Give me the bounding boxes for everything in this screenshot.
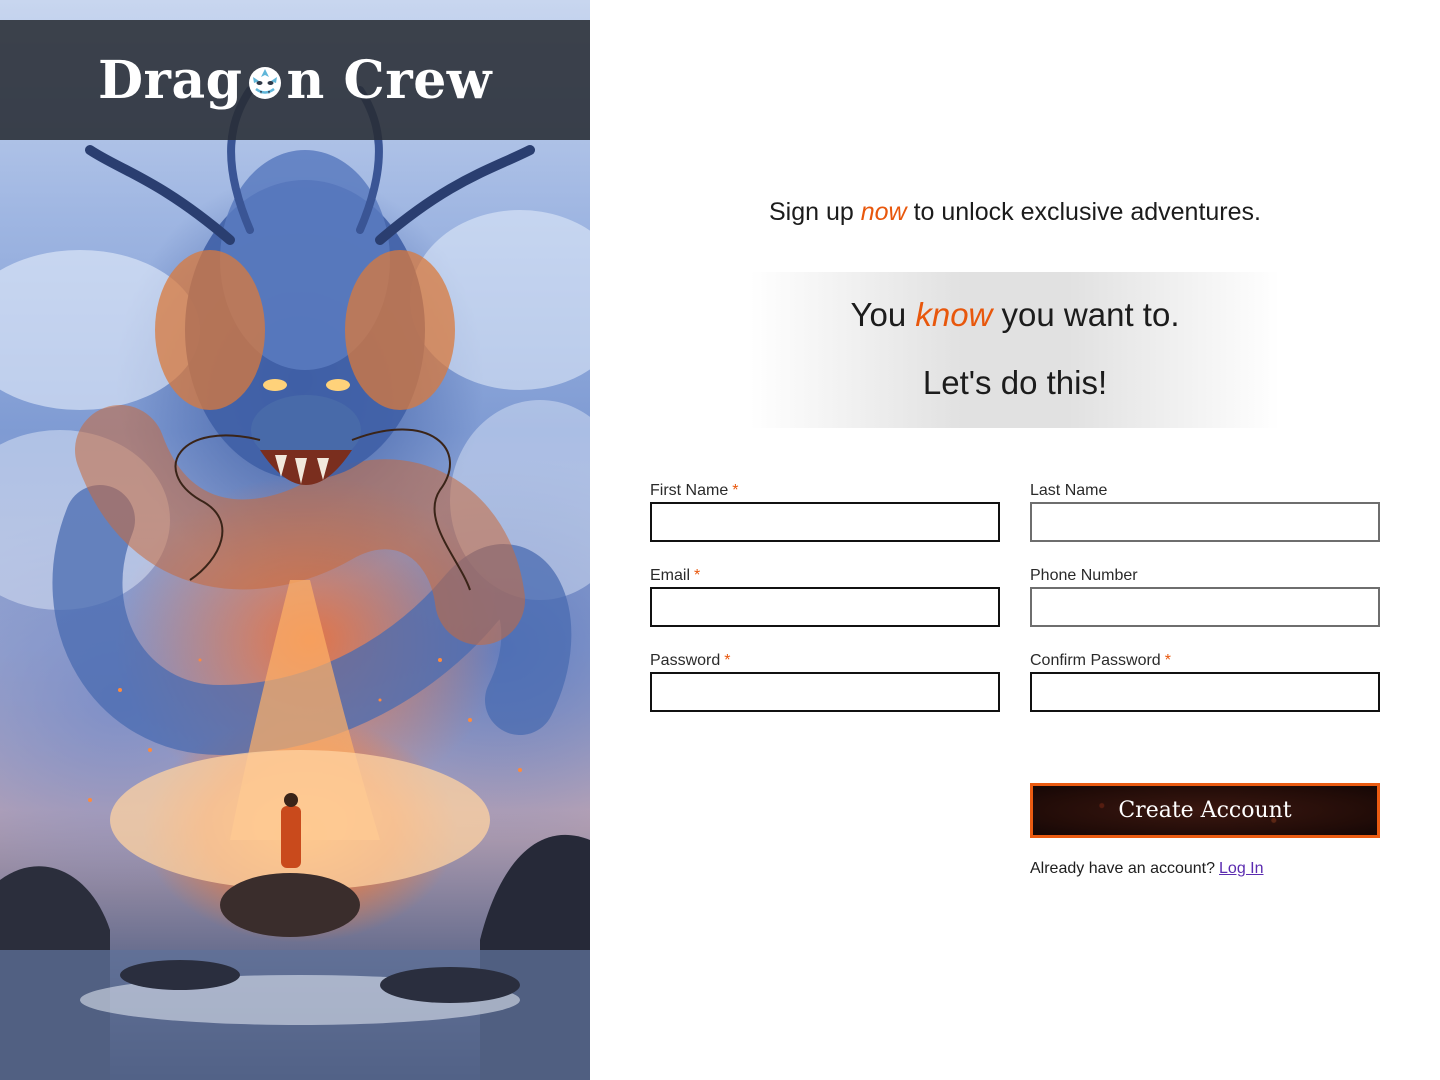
first-name-label: First Name * (650, 480, 1000, 502)
login-prompt: Already have an account? Log In (1030, 860, 1264, 878)
email-field-group: Email * (650, 565, 1000, 627)
banner-line-1-start: You (850, 296, 916, 333)
required-marker: * (724, 652, 731, 669)
confirm-password-label-text: Confirm Password (1030, 652, 1161, 669)
brand-bar: Drag n Crew (0, 20, 590, 140)
banner-line-1-end: you want to. (992, 296, 1180, 333)
dragon-head-icon (248, 67, 281, 99)
banner-line-1: You know you want to. (750, 296, 1280, 334)
email-input[interactable] (650, 587, 1000, 627)
login-prompt-text: Already have an account? (1030, 860, 1216, 877)
banner-line-2: Let's do this! (922, 364, 1108, 401)
password-input[interactable] (650, 672, 1000, 712)
password-label-text: Password (650, 652, 721, 669)
signup-page: Drag n Crew Sign up now to unlock exclus… (0, 0, 1440, 1080)
required-marker: * (1164, 652, 1171, 669)
banner-line-1-accent: know (915, 296, 993, 333)
first-name-field-group: First Name * (650, 480, 1000, 542)
brand-logo[interactable]: Drag n Crew (98, 50, 492, 111)
phone-label-text: Phone Number (1030, 567, 1138, 584)
brand-name-part-2: n Crew (286, 49, 493, 111)
dragon-illustration (0, 86, 590, 1080)
signup-form-panel: Sign up now to unlock exclusive adventur… (590, 0, 1440, 1080)
tagline: Sign up now to unlock exclusive adventur… (590, 198, 1440, 227)
confirm-password-label: Confirm Password * (1030, 650, 1380, 672)
first-name-input[interactable] (650, 502, 1000, 542)
email-label-text: Email (650, 567, 691, 584)
password-label: Password * (650, 650, 1000, 672)
email-label: Email * (650, 565, 1000, 587)
confirm-password-field-group: Confirm Password * (1030, 650, 1380, 712)
phone-input[interactable] (1030, 587, 1380, 627)
last-name-field-group: Last Name (1030, 480, 1380, 542)
tagline-text-start: Sign up (769, 198, 861, 226)
motivation-banner: You know you want to. Let's do this! (750, 272, 1280, 428)
last-name-input[interactable] (1030, 502, 1380, 542)
last-name-label-text: Last Name (1030, 482, 1108, 499)
phone-field-group: Phone Number (1030, 565, 1380, 627)
first-name-label-text: First Name (650, 482, 729, 499)
tagline-text-end: to unlock exclusive adventures. (906, 198, 1261, 226)
password-field-group: Password * (650, 650, 1000, 712)
hero-image: Drag n Crew (0, 0, 590, 1080)
confirm-password-input[interactable] (1030, 672, 1380, 712)
required-marker: * (694, 567, 701, 584)
last-name-label: Last Name (1030, 480, 1380, 502)
phone-label: Phone Number (1030, 565, 1380, 587)
create-account-button[interactable]: Create Account (1030, 783, 1380, 838)
required-marker: * (732, 482, 739, 499)
brand-name-part-1: Drag (97, 49, 243, 111)
login-link[interactable]: Log In (1219, 860, 1263, 877)
tagline-accent: now (860, 198, 907, 226)
